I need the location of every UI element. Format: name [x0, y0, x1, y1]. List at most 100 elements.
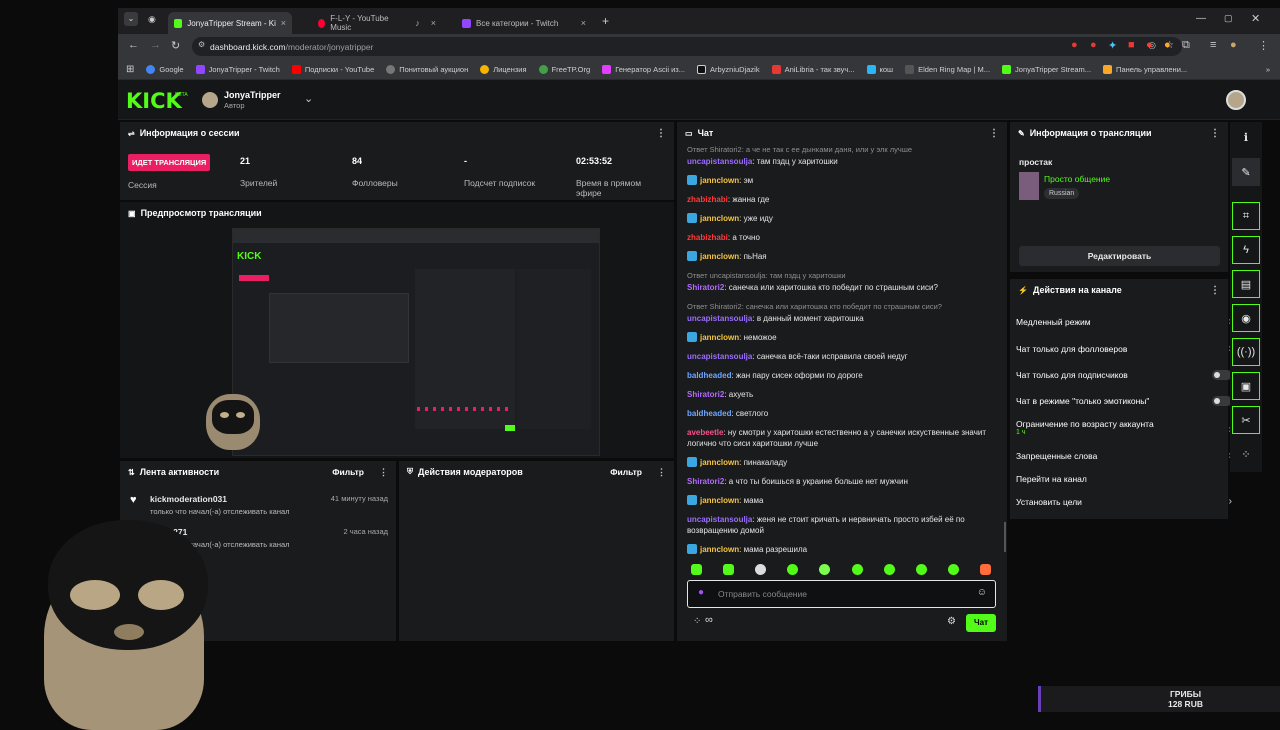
chat-username[interactable]: uncapistansoulja	[687, 314, 752, 323]
chat-username[interactable]: jannclown	[700, 214, 739, 223]
broadcast-icon[interactable]: ((·))	[1232, 338, 1260, 366]
send-chat-button[interactable]: Чат	[966, 614, 996, 632]
document-icon[interactable]: ▤	[1232, 270, 1260, 298]
emote-icon[interactable]	[787, 564, 799, 575]
chat-username[interactable]: uncapistansoulja	[687, 515, 752, 524]
chat-settings-icon[interactable]: ⚙	[947, 616, 956, 627]
chat-username[interactable]: Shiratori2	[687, 390, 724, 399]
action-account-age[interactable]: Ограничение по возрасту аккаунта 1 ч ›	[1016, 419, 1232, 436]
chat-username[interactable]: zhabizhabi	[687, 195, 728, 204]
emotes-only-toggle[interactable]	[1212, 396, 1232, 406]
profile-avatar-icon[interactable]: ●	[1230, 39, 1237, 51]
back-arrow-icon[interactable]: ←	[128, 39, 139, 51]
chat-username[interactable]: baldheaded	[687, 371, 731, 380]
extension-icon[interactable]: ●	[1164, 39, 1171, 51]
user-avatar[interactable]	[1226, 90, 1246, 110]
tab-youtube-music[interactable]: F-L-Y - YouTube Music ♪ ×	[312, 12, 442, 34]
chat-username[interactable]: Shiratori2	[687, 477, 724, 486]
more-options-icon[interactable]: ⋮	[1210, 128, 1220, 139]
more-options-icon[interactable]: ⋮	[1210, 285, 1220, 296]
bookmark-tiktok[interactable]: ArbyzniuDjazik	[696, 64, 760, 74]
tab-kick-dashboard[interactable]: JonyaTripper Stream - Kick Dash ×	[168, 12, 292, 34]
more-options-icon[interactable]: ⋮	[657, 467, 666, 478]
bookmark-ascii[interactable]: Генератор Ascii из...	[602, 64, 685, 74]
avatar[interactable]	[202, 92, 218, 108]
bookmark-anilibria[interactable]: AniLibria - так звуч...	[771, 64, 855, 74]
subscribers-only-toggle[interactable]	[1212, 370, 1232, 380]
window-minimize-button[interactable]: —	[1196, 13, 1206, 24]
forward-arrow-icon[interactable]: →	[150, 39, 161, 51]
browser-menu-icon[interactable]: ⋮	[1258, 39, 1269, 52]
emote-icon[interactable]	[755, 564, 767, 575]
chat-input-box[interactable]: ● Отправить сообщение ☺	[687, 580, 996, 608]
emote-icon[interactable]	[819, 564, 831, 575]
audio-playing-icon[interactable]: ♪	[415, 18, 420, 28]
action-slow-mode[interactable]: Медленный режим›	[1016, 316, 1232, 327]
bookmark-kick-stream[interactable]: JonyaTripper Stream...	[1002, 64, 1091, 74]
action-followers-only[interactable]: Чат только для фолловеров›	[1016, 343, 1232, 354]
bookmark-google[interactable]: Google	[146, 64, 184, 74]
bookmark-kosh[interactable]: кош	[866, 64, 893, 74]
stream-preview-video[interactable]: KICK	[232, 228, 600, 456]
chat-username[interactable]: avebeetle	[687, 428, 723, 437]
chat-username[interactable]: Shiratori2	[687, 283, 724, 292]
more-options-icon[interactable]: ⋮	[656, 128, 666, 139]
extension-icon[interactable]: ■	[1128, 39, 1135, 51]
filter-button[interactable]: Фильтр	[610, 467, 642, 477]
window-maximize-button[interactable]: ▢	[1224, 13, 1233, 24]
url-field[interactable]: ⚙ dashboard.kick.com/moderator/jonyatrip…	[192, 37, 1182, 56]
chat-username[interactable]: jannclown	[700, 176, 739, 185]
screen-capture-icon[interactable]: ⌗	[1232, 202, 1260, 230]
category-name[interactable]: Просто общение	[1044, 174, 1110, 184]
bookmark-elden-ring[interactable]: Elden Ring Map | M...	[905, 64, 990, 74]
reload-icon[interactable]: ↻	[171, 39, 180, 52]
close-tab-icon[interactable]: ×	[431, 18, 436, 28]
apps-grid-icon[interactable]: ⊞	[126, 64, 134, 75]
lightning-icon[interactable]: ϟ	[1232, 236, 1260, 264]
chat-username[interactable]: uncapistansoulja	[687, 157, 752, 166]
more-bookmarks-icon[interactable]: »	[1266, 65, 1270, 74]
extension-icon[interactable]: ●	[1090, 39, 1097, 51]
filter-button[interactable]: Фильтр	[332, 467, 364, 477]
edit-stream-button[interactable]: Редактировать	[1019, 246, 1220, 266]
bookmark-license[interactable]: Лицензия	[480, 64, 527, 74]
action-banned-words[interactable]: Запрещенные слова›	[1016, 450, 1232, 461]
chat-username[interactable]: jannclown	[700, 252, 739, 261]
chevron-down-icon[interactable]: ⌄	[304, 92, 313, 105]
bookmark-freetp[interactable]: FreeTP.Org	[538, 64, 590, 74]
chat-bubble-icon[interactable]: ◉	[1232, 304, 1260, 332]
window-close-button[interactable]: ✕	[1251, 12, 1260, 25]
close-tab-icon[interactable]: ×	[281, 18, 286, 28]
chat-username[interactable]: jannclown	[700, 545, 739, 554]
emote-icon[interactable]	[883, 564, 895, 575]
kick-logo[interactable]: KICK	[126, 89, 182, 113]
site-info-icon[interactable]: ⚙	[198, 40, 205, 49]
chat-username[interactable]: baldheaded	[687, 409, 731, 418]
emote-icon[interactable]	[915, 564, 927, 575]
emote-icon[interactable]	[979, 564, 991, 575]
extensions-puzzle-icon[interactable]: ⧉	[1182, 39, 1190, 52]
video-settings-icon[interactable]: ▣	[1232, 372, 1260, 400]
bookmark-auction[interactable]: Понитовый аукцион	[386, 64, 468, 74]
action-go-to-channel[interactable]: Перейти на канал	[1016, 474, 1232, 484]
bookmark-twitch[interactable]: JonyaTripper - Twitch	[195, 64, 280, 74]
users-icon[interactable]: ⁘	[1232, 440, 1260, 468]
bookmark-panel[interactable]: Панель управлени...	[1103, 64, 1187, 74]
reading-list-icon[interactable]: ≡	[1210, 39, 1216, 51]
info-icon[interactable]: ℹ	[1232, 123, 1260, 151]
emote-icon[interactable]	[723, 564, 735, 575]
users-icon[interactable]: ⁘	[693, 616, 701, 627]
tools-icon[interactable]: ✂	[1232, 406, 1260, 434]
tab-search-button[interactable]: ⌄	[124, 12, 138, 26]
extension-icon[interactable]: ●	[1146, 39, 1153, 51]
tab-twitch-categories[interactable]: Все категории - Twitch ×	[456, 12, 592, 34]
channel-username[interactable]: JonyaTripper	[224, 90, 281, 100]
chat-username[interactable]: jannclown	[700, 496, 739, 505]
emoji-picker-icon[interactable]: ☺	[977, 587, 987, 598]
more-options-icon[interactable]: ⋮	[379, 467, 388, 478]
chat-input[interactable]: Отправить сообщение	[718, 589, 807, 599]
chat-username[interactable]: jannclown	[700, 458, 739, 467]
chat-username[interactable]: jannclown	[700, 333, 739, 342]
emote-icon[interactable]	[691, 564, 702, 575]
chat-scrollbar[interactable]	[1004, 522, 1006, 552]
